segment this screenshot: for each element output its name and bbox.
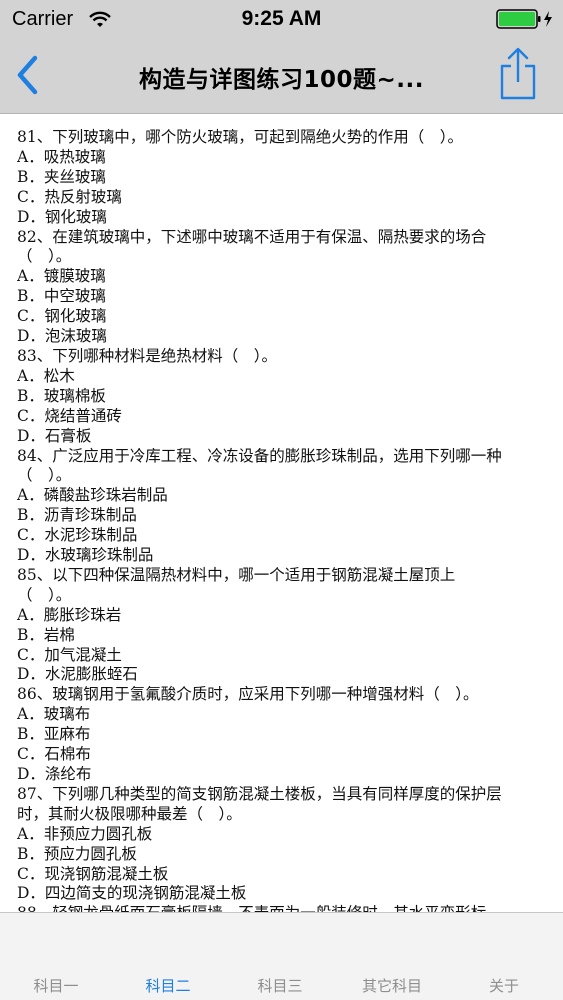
answer-option: D．石膏板 xyxy=(17,426,92,445)
question-line: 85、以下四种保温隔热材料中，哪一个适用于钢筋混凝土屋顶上 xyxy=(17,565,456,584)
answer-option: D．钢化玻璃 xyxy=(17,207,107,226)
tab-other-subjects[interactable]: 其它科目 xyxy=(336,975,448,996)
answer-option: C．加气混凝土 xyxy=(17,645,122,664)
status-bar: Carrier 9:25 AM xyxy=(0,0,563,40)
question-line: 86、玻璃钢用于氢氟酸介质时，应采用下列哪一种增强材料（ ）。 xyxy=(17,685,479,704)
question-line: 88、轻钢龙骨纸面石膏板隔墙，不表面为一般装修时，其水平变形标 xyxy=(17,904,549,912)
navigation-bar: 构造与详图练习100题~... xyxy=(0,40,563,114)
answer-option: A．玻璃布 xyxy=(17,705,91,724)
answer-option: D．四边简支的现浇钢筋混凝土板 xyxy=(17,884,247,903)
share-icon xyxy=(500,47,536,100)
question-line: 82、在建筑玻璃中，下述哪中玻璃不适用于有保温、隔热要求的场合 xyxy=(17,227,487,246)
answer-option: B．夹丝玻璃 xyxy=(17,167,106,186)
answer-option: A．非预应力圆孔板 xyxy=(17,824,153,843)
answer-option: B．岩棉 xyxy=(17,625,75,644)
answer-option: B．预应力圆孔板 xyxy=(17,844,137,863)
tab-bar: 科目一 科目二 科目三 其它科目 关于 xyxy=(0,912,563,1000)
question-line: 81、下列玻璃中，哪个防火玻璃，可起到隔绝火势的作用（ ）。 xyxy=(17,128,463,146)
tab-subject-1[interactable]: 科目一 xyxy=(0,975,112,996)
battery-charging-icon xyxy=(496,9,552,29)
question-line: 84、广泛应用于冷库工程、冷冻设备的膨胀珍珠制品，选用下列哪一种 xyxy=(17,446,502,465)
clock-label: 9:25 AM xyxy=(241,7,322,30)
back-button[interactable] xyxy=(8,50,48,100)
answer-option: B．中空玻璃 xyxy=(17,287,106,306)
question-content[interactable]: 81、下列玻璃中，哪个防火玻璃，可起到隔绝火势的作用（ ）。 A．吸热玻璃 B．夹丝… xyxy=(0,114,563,912)
answer-option: C．热反射玻璃 xyxy=(17,187,122,206)
answer-option: A．磷酸盐珍珠岩制品 xyxy=(17,486,168,505)
answer-option: B．亚麻布 xyxy=(17,725,91,744)
page-title: 构造与详图练习100题~... xyxy=(139,67,424,93)
question-text-block: 81、下列玻璃中，哪个防火玻璃，可起到隔绝火势的作用（ ）。 A．吸热玻璃 B．夹丝… xyxy=(0,114,563,912)
answer-option: C．现浇钢筋混凝土板 xyxy=(17,864,169,883)
answer-option: C．水泥珍珠制品 xyxy=(17,526,138,545)
answer-option: B．沥青珍珠制品 xyxy=(17,506,137,525)
answer-option: A．膨胀珍珠岩 xyxy=(17,605,122,624)
answer-option: D．水玻璃珍珠制品 xyxy=(17,546,154,565)
tab-subject-2[interactable]: 科目二 xyxy=(112,975,224,996)
chevron-left-icon xyxy=(17,55,38,95)
answer-option: D．泡沫玻璃 xyxy=(17,327,107,346)
tab-about[interactable]: 关于 xyxy=(448,975,560,996)
tab-subject-3[interactable]: 科目三 xyxy=(224,975,336,996)
answer-option: C．钢化玻璃 xyxy=(17,307,107,326)
text-line: 时，其耐火极限哪种最差（ ）。 xyxy=(17,804,242,823)
answer-option: A．镀膜玻璃 xyxy=(17,267,106,286)
answer-option: C．烧结普通砖 xyxy=(17,406,122,425)
question-line: 83、下列哪种材料是绝热材料（ ）。 xyxy=(17,346,277,365)
share-button[interactable] xyxy=(494,46,542,102)
answer-option: B．玻璃棉板 xyxy=(17,386,106,405)
text-line: （ ）。 xyxy=(17,585,72,604)
app-screen: Carrier 9:25 AM 构造与详图练习100题~... 81、下列玻璃中… xyxy=(0,0,563,1000)
answer-option: A．吸热玻璃 xyxy=(17,147,106,166)
answer-option: A．松木 xyxy=(17,366,75,385)
text-line: （ ）。 xyxy=(17,466,72,485)
text-line: （ ）。 xyxy=(17,247,72,266)
answer-option: D．涤纶布 xyxy=(17,765,92,783)
question-line: 87、下列哪几种类型的简支钢筋混凝土楼板，当具有同样厚度的保护层 xyxy=(17,784,502,803)
answer-option: D．水泥膨胀蛭石 xyxy=(17,665,138,684)
answer-option: C．石棉布 xyxy=(17,745,91,764)
